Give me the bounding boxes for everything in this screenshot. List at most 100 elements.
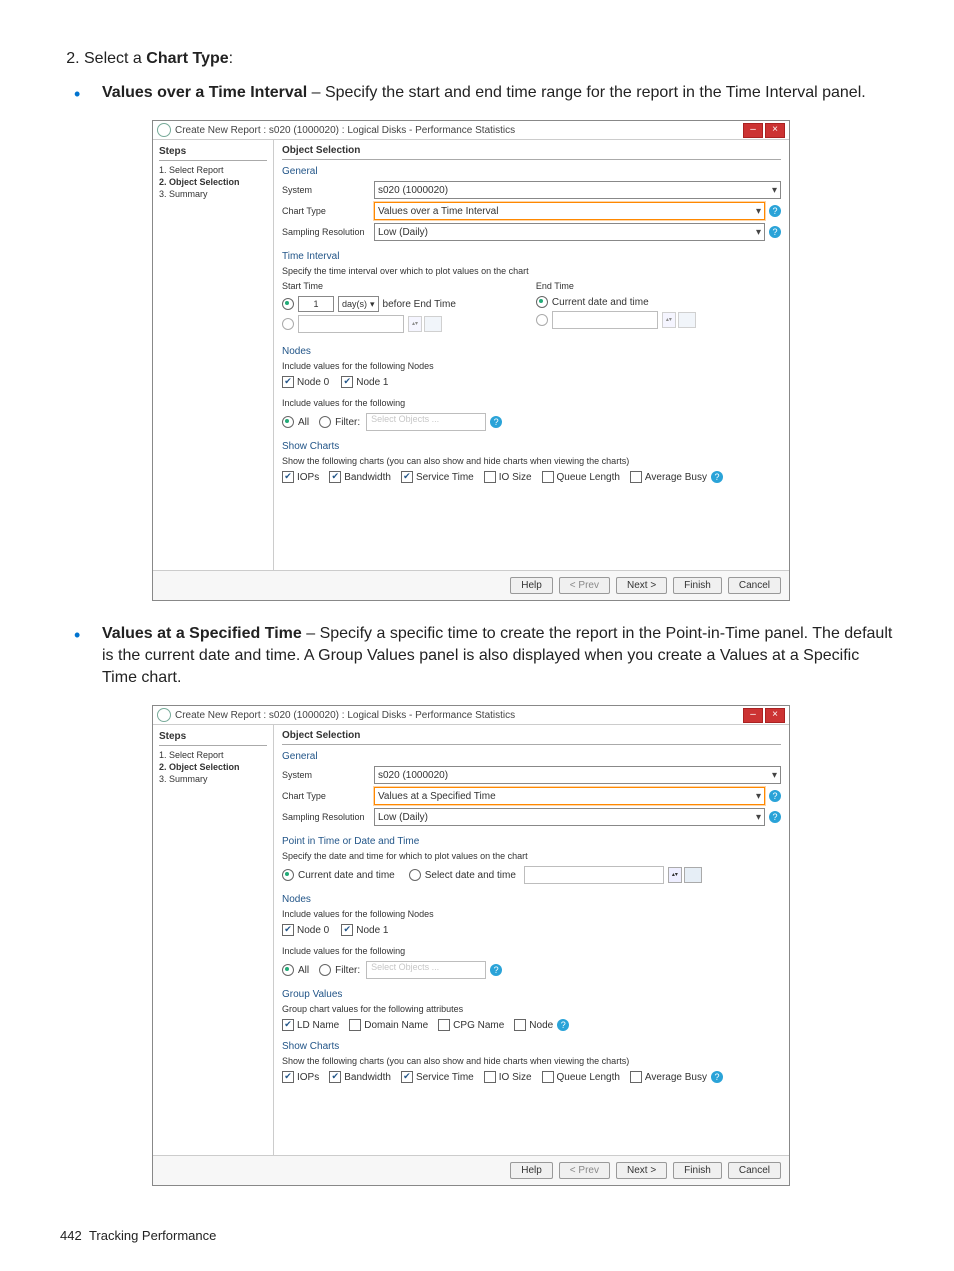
cpg-name-checkbox[interactable] <box>438 1019 450 1031</box>
node0-checkbox[interactable] <box>282 924 294 936</box>
sampling-label: Sampling Resolution <box>282 812 374 822</box>
start-value-input[interactable]: 1 <box>298 296 334 312</box>
prev-button[interactable]: < Prev <box>559 1162 610 1179</box>
start-date-input[interactable] <box>298 315 404 333</box>
help-icon[interactable]: ? <box>769 205 781 217</box>
help-icon[interactable]: ? <box>769 790 781 802</box>
end-date-input[interactable] <box>552 311 658 329</box>
bullet-time-interval: Values over a Time Interval – Specify th… <box>102 82 894 104</box>
nodes-desc: Include values for the following Nodes <box>282 909 781 919</box>
queue-length-checkbox[interactable] <box>542 1071 554 1083</box>
help-icon[interactable]: ? <box>711 1071 723 1083</box>
include-filter-radio[interactable] <box>319 964 331 976</box>
help-icon[interactable]: ? <box>490 964 502 976</box>
main-header: Object Selection <box>282 727 781 745</box>
help-icon[interactable]: ? <box>769 811 781 823</box>
start-absolute-radio[interactable] <box>282 318 294 330</box>
main-header: Object Selection <box>282 142 781 160</box>
window-close-icon[interactable]: × <box>765 708 785 723</box>
chart-type-select[interactable]: Values over a Time Interval▾ <box>374 202 765 220</box>
avg-busy-checkbox[interactable] <box>630 471 642 483</box>
node1-checkbox[interactable] <box>341 924 353 936</box>
pit-desc: Specify the date and time for which to p… <box>282 851 781 861</box>
before-end-label: before End Time <box>383 299 456 310</box>
step-2[interactable]: 2. Object Selection <box>159 177 267 187</box>
include-all-radio[interactable] <box>282 416 294 428</box>
avg-busy-checkbox[interactable] <box>630 1071 642 1083</box>
domain-name-checkbox[interactable] <box>349 1019 361 1031</box>
show-charts-label: Show Charts <box>282 1041 781 1052</box>
service-time-checkbox[interactable] <box>401 471 413 483</box>
bullet-specified-time: Values at a Specified Time – Specify a s… <box>102 623 894 689</box>
pit-current-radio[interactable] <box>282 869 294 881</box>
ld-name-checkbox[interactable] <box>282 1019 294 1031</box>
cancel-button[interactable]: Cancel <box>728 577 781 594</box>
pit-date-input[interactable] <box>524 866 664 884</box>
steps-header: Steps <box>159 146 267 161</box>
bandwidth-checkbox[interactable] <box>329 1071 341 1083</box>
screenshot-time-interval: Create New Report : s020 (1000020) : Log… <box>152 120 790 601</box>
app-icon <box>157 708 171 722</box>
calendar-icon[interactable]: ▴▾ <box>408 316 442 332</box>
node0-checkbox[interactable] <box>282 376 294 388</box>
steps-header: Steps <box>159 731 267 746</box>
section-title: Tracking Performance <box>89 1228 216 1243</box>
help-icon[interactable]: ? <box>490 416 502 428</box>
window-min-icon[interactable]: – <box>743 708 763 723</box>
step-1[interactable]: 1. Select Report <box>159 750 267 760</box>
pit-select-radio[interactable] <box>409 869 421 881</box>
step-2[interactable]: 2. Object Selection <box>159 762 267 772</box>
node1-checkbox[interactable] <box>341 376 353 388</box>
iops-checkbox[interactable] <box>282 1071 294 1083</box>
step-3[interactable]: 3. Summary <box>159 189 267 199</box>
system-select[interactable]: s020 (1000020)▾ <box>374 766 781 784</box>
screenshot-specified-time: Create New Report : s020 (1000020) : Log… <box>152 705 790 1186</box>
pit-label: Point in Time or Date and Time <box>282 836 781 847</box>
finish-button[interactable]: Finish <box>673 577 722 594</box>
sampling-select[interactable]: Low (Daily)▾ <box>374 808 765 826</box>
system-select[interactable]: s020 (1000020)▾ <box>374 181 781 199</box>
end-current-radio[interactable] <box>536 296 548 308</box>
help-icon[interactable]: ? <box>557 1019 569 1031</box>
iops-checkbox[interactable] <box>282 471 294 483</box>
io-size-checkbox[interactable] <box>484 471 496 483</box>
prev-button[interactable]: < Prev <box>559 577 610 594</box>
next-button[interactable]: Next > <box>616 1162 667 1179</box>
chevron-down-icon: ▾ <box>756 812 761 823</box>
start-relative-radio[interactable] <box>282 298 294 310</box>
chart-type-select[interactable]: Values at a Specified Time▾ <box>374 787 765 805</box>
queue-length-checkbox[interactable] <box>542 471 554 483</box>
window-min-icon[interactable]: – <box>743 123 763 138</box>
io-size-checkbox[interactable] <box>484 1071 496 1083</box>
bandwidth-checkbox[interactable] <box>329 471 341 483</box>
group-values-desc: Group chart values for the following att… <box>282 1004 781 1014</box>
include-desc: Include values for the following <box>282 946 781 956</box>
finish-button[interactable]: Finish <box>673 1162 722 1179</box>
help-icon[interactable]: ? <box>711 471 723 483</box>
include-all-radio[interactable] <box>282 964 294 976</box>
window-close-icon[interactable]: × <box>765 123 785 138</box>
filter-objects-input[interactable]: Select Objects ... <box>366 961 486 979</box>
sampling-label: Sampling Resolution <box>282 227 374 237</box>
dialog-title: Create New Report : s020 (1000020) : Log… <box>175 125 741 136</box>
nodes-desc: Include values for the following Nodes <box>282 361 781 371</box>
include-filter-radio[interactable] <box>319 416 331 428</box>
end-absolute-radio[interactable] <box>536 314 548 326</box>
sampling-select[interactable]: Low (Daily)▾ <box>374 223 765 241</box>
node-checkbox[interactable] <box>514 1019 526 1031</box>
help-icon[interactable]: ? <box>769 226 781 238</box>
start-unit-select[interactable]: day(s) ▾ <box>338 296 379 312</box>
help-button[interactable]: Help <box>510 577 553 594</box>
calendar-icon[interactable]: ▴▾ <box>668 867 702 883</box>
app-icon <box>157 123 171 137</box>
page-footer: 442 Tracking Performance <box>60 1228 216 1243</box>
step-1[interactable]: 1. Select Report <box>159 165 267 175</box>
next-button[interactable]: Next > <box>616 577 667 594</box>
cancel-button[interactable]: Cancel <box>728 1162 781 1179</box>
filter-objects-input[interactable]: Select Objects ... <box>366 413 486 431</box>
service-time-checkbox[interactable] <box>401 1071 413 1083</box>
calendar-icon[interactable]: ▴▾ <box>662 312 696 328</box>
help-button[interactable]: Help <box>510 1162 553 1179</box>
step-3[interactable]: 3. Summary <box>159 774 267 784</box>
chevron-down-icon: ▾ <box>756 227 761 238</box>
